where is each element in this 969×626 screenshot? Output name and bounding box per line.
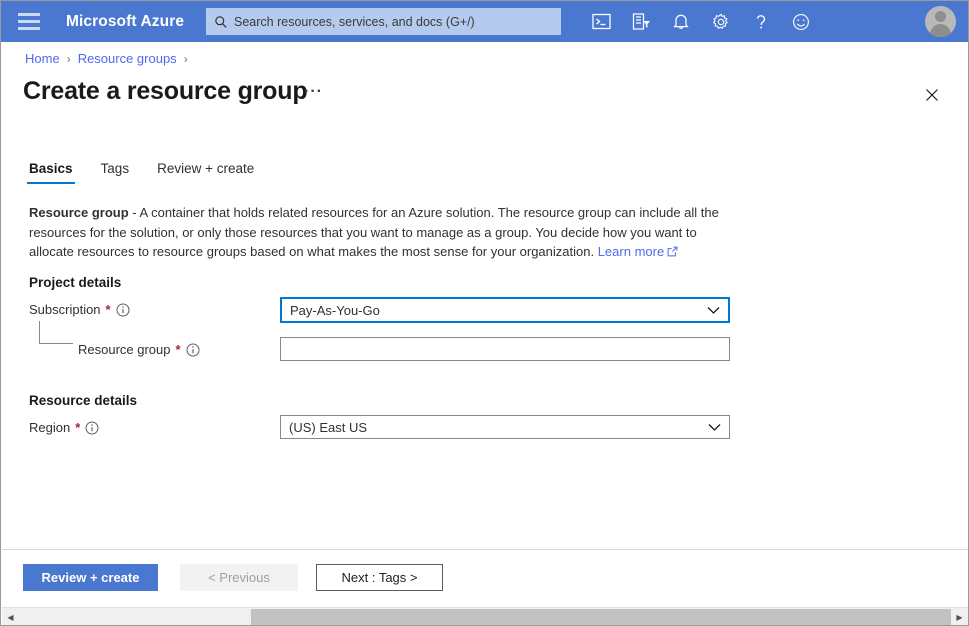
- resource-group-label-group: Resource group *: [78, 342, 200, 357]
- required-asterisk: *: [106, 302, 111, 317]
- tab-review-create[interactable]: Review + create: [155, 161, 256, 184]
- required-asterisk: *: [75, 420, 80, 435]
- previous-button: < Previous: [180, 564, 298, 591]
- resource-group-label: Resource group: [78, 342, 171, 357]
- search-icon: [214, 15, 228, 29]
- hamburger-bar: [18, 20, 40, 23]
- breadcrumb-separator-icon: ›: [67, 52, 71, 66]
- region-dropdown[interactable]: (US) East US: [280, 415, 730, 439]
- resource-group-name-input[interactable]: [280, 337, 730, 361]
- notifications-bell-icon[interactable]: [661, 1, 701, 42]
- hamburger-bar: [18, 27, 40, 30]
- info-icon[interactable]: [186, 343, 200, 357]
- account-avatar[interactable]: [925, 6, 956, 37]
- global-header: Microsoft Azure: [1, 1, 968, 42]
- chevron-down-icon: [707, 306, 720, 315]
- search-input[interactable]: [234, 15, 554, 29]
- scrollbar-thumb[interactable]: [251, 609, 951, 626]
- breadcrumb: Home › Resource groups ›: [25, 51, 188, 66]
- more-options-ellipsis-icon[interactable]: ···: [304, 85, 323, 99]
- resource-details-heading: Resource details: [29, 393, 137, 408]
- horizontal-scrollbar[interactable]: ◀ ▶: [2, 607, 968, 626]
- next-tags-button[interactable]: Next : Tags >: [316, 564, 443, 591]
- header-icon-group: [581, 1, 821, 42]
- brand-title[interactable]: Microsoft Azure: [66, 13, 184, 31]
- subscription-selected-value: Pay-As-You-Go: [290, 303, 380, 318]
- external-link-icon: [667, 243, 678, 263]
- tab-basics[interactable]: Basics: [27, 161, 75, 184]
- hamburger-bar: [18, 13, 40, 16]
- required-asterisk: *: [176, 342, 181, 357]
- hamburger-menu-icon[interactable]: [18, 13, 40, 30]
- page-title: Create a resource group: [23, 77, 307, 106]
- description-lead: Resource group: [29, 205, 129, 220]
- project-details-heading: Project details: [29, 275, 121, 290]
- breadcrumb-item-resource-groups[interactable]: Resource groups: [78, 51, 177, 66]
- chevron-down-icon: [708, 423, 721, 432]
- feedback-smiley-icon[interactable]: [781, 1, 821, 42]
- cloud-shell-icon[interactable]: [581, 1, 621, 42]
- help-question-icon[interactable]: [741, 1, 781, 42]
- learn-more-link[interactable]: Learn more: [598, 244, 664, 259]
- info-icon[interactable]: [116, 303, 130, 317]
- region-label: Region: [29, 420, 70, 435]
- region-selected-value: (US) East US: [289, 420, 367, 435]
- global-search[interactable]: [206, 8, 561, 35]
- tab-bar: Basics Tags Review + create: [27, 161, 256, 184]
- review-create-button[interactable]: Review + create: [23, 564, 158, 591]
- close-icon[interactable]: [918, 81, 946, 109]
- resource-group-description: Resource group - A container that holds …: [29, 203, 719, 263]
- scroll-right-arrow-icon[interactable]: ▶: [951, 608, 968, 626]
- subscription-label-group: Subscription *: [29, 302, 130, 317]
- subscription-dropdown[interactable]: Pay-As-You-Go: [280, 297, 730, 323]
- avatar-body: [930, 24, 951, 37]
- avatar-head: [935, 11, 946, 22]
- wizard-footer: Review + create < Previous Next : Tags >: [1, 550, 968, 605]
- breadcrumb-separator-icon: ›: [184, 52, 188, 66]
- tree-connector-line: [39, 321, 73, 344]
- azure-portal-window: Microsoft Azure: [0, 0, 969, 626]
- tab-tags[interactable]: Tags: [99, 161, 132, 184]
- directory-filter-icon[interactable]: [621, 1, 661, 42]
- info-icon[interactable]: [85, 421, 99, 435]
- subscription-label: Subscription: [29, 302, 101, 317]
- settings-gear-icon[interactable]: [701, 1, 741, 42]
- breadcrumb-item-home[interactable]: Home: [25, 51, 60, 66]
- region-label-group: Region *: [29, 420, 99, 435]
- scrollbar-track[interactable]: [19, 608, 951, 626]
- scroll-left-arrow-icon[interactable]: ◀: [2, 608, 19, 626]
